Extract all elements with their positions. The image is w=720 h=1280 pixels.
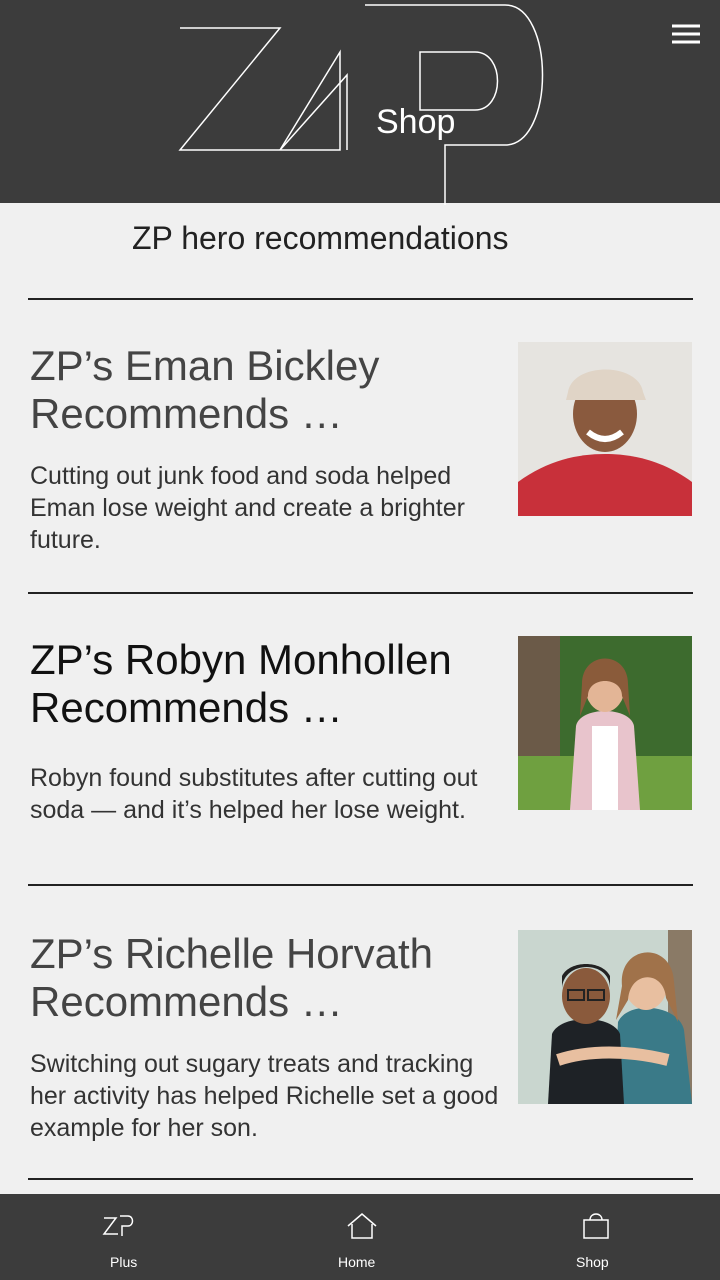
bottom-navigation: Plus Home Shop: [0, 1194, 720, 1280]
recommendation-card[interactable]: ZP’s Eman Bickley Recommends … Cutting o…: [0, 342, 720, 602]
portrait-photo[interactable]: [518, 342, 692, 516]
portrait-photo[interactable]: [518, 930, 692, 1104]
recommendation-card[interactable]: ZP’s Robyn Monhollen Recommends … Robyn …: [0, 636, 720, 896]
nav-item-plus[interactable]: Plus: [102, 1210, 180, 1270]
zp-logo-icon: [175, 0, 545, 205]
divider: [28, 298, 693, 300]
nav-item-home[interactable]: Home: [338, 1210, 408, 1270]
divider: [28, 1178, 693, 1180]
portrait-photo[interactable]: [518, 636, 692, 810]
card-description: Robyn found substitutes after cutting ou…: [30, 764, 478, 824]
nav-label: Plus: [110, 1254, 138, 1270]
card-description: Switching out sugary treats and tracking…: [30, 1050, 499, 1142]
recommendation-card[interactable]: ZP’s Richelle Horvath Recommends … Switc…: [0, 930, 720, 1190]
card-title[interactable]: ZP’s Richelle Horvath Recommends …: [30, 930, 490, 1026]
card-title[interactable]: ZP’s Eman Bickley Recommends …: [30, 342, 490, 438]
card-title[interactable]: ZP’s Robyn Monhollen Recommends …: [30, 636, 490, 732]
app-header: Shop: [0, 0, 720, 205]
nav-label: Shop: [576, 1254, 609, 1270]
divider: [28, 884, 693, 886]
nav-label: Home: [338, 1254, 376, 1270]
divider: [28, 592, 693, 594]
nav-item-shop[interactable]: Shop: [576, 1210, 646, 1270]
zp-plus-icon: [100, 1210, 136, 1240]
header-title: Shop: [376, 103, 456, 141]
shop-bag-icon: [578, 1210, 614, 1240]
card-description: Cutting out junk food and soda helped Em…: [30, 462, 465, 554]
page-headline: ZP hero recommendations: [132, 220, 509, 256]
hamburger-menu-icon[interactable]: [668, 18, 704, 50]
home-icon: [344, 1210, 380, 1240]
